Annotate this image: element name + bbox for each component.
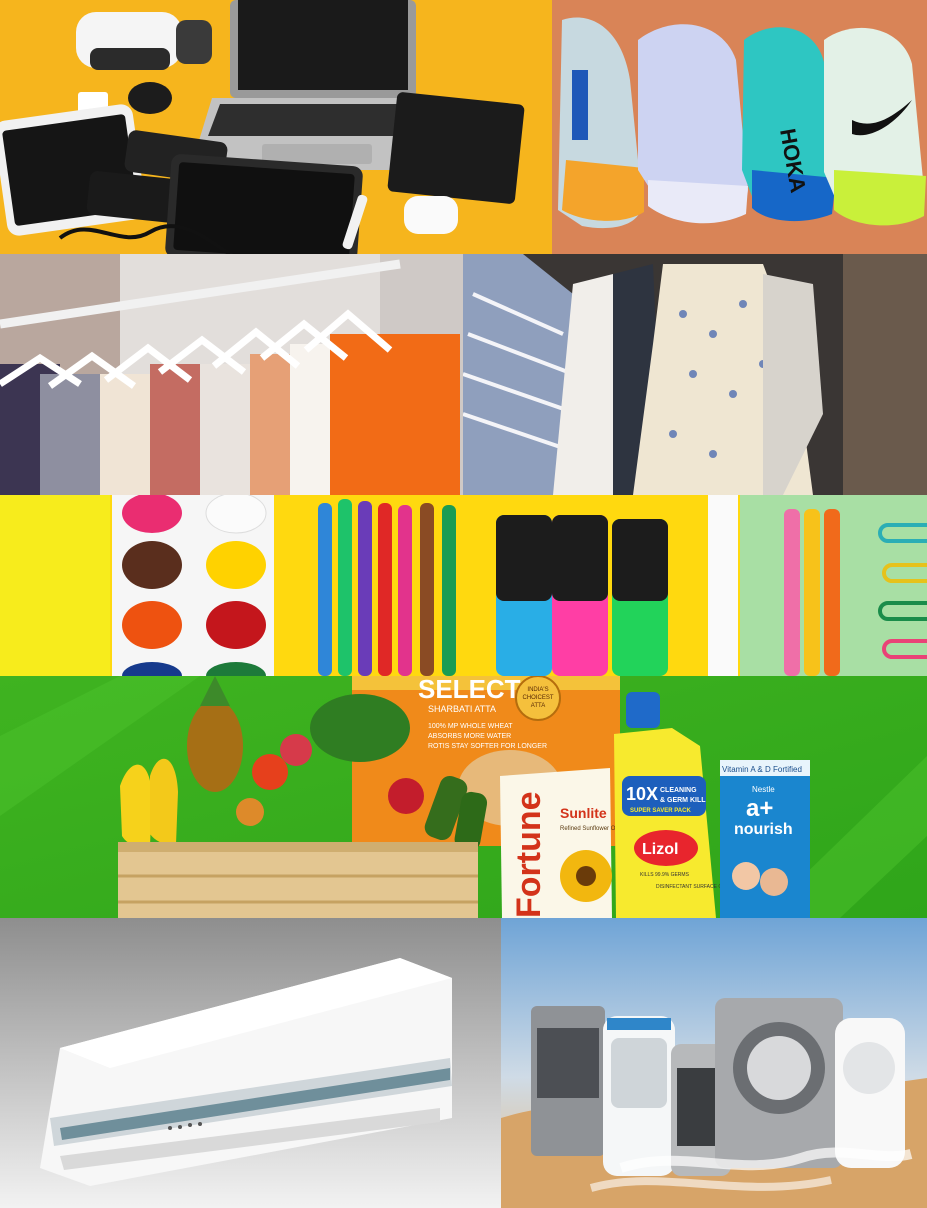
grocery-image: SELECT SHARBATI ATTA INDIA'S CHOICEST AT… (0, 676, 927, 918)
atta-point: 100% MP WHOLE WHEAT (428, 723, 513, 730)
clothes-rack-image (0, 254, 463, 495)
air-coolers-image (501, 918, 927, 1208)
stationery-tile[interactable] (0, 495, 927, 676)
dresses-image (463, 254, 927, 495)
milk-maker: Nestle (752, 785, 775, 794)
atta-point: ROTIS STAY SOFTER FOR LONGER (428, 743, 547, 750)
milk-brand: a+ (746, 795, 773, 822)
air-coolers-tile[interactable] (501, 918, 927, 1208)
electronics-tile[interactable] (0, 0, 552, 254)
milk-name: nourish (734, 821, 793, 838)
cleaner-line1: CLEANING (660, 787, 697, 794)
atta-badge-line: CHOICEST (522, 695, 553, 701)
atta-brand: SELECT (418, 676, 521, 704)
milk-fortified: Vitamin A & D Fortified (722, 765, 802, 774)
dresses-tile[interactable] (463, 254, 927, 495)
sneakers-tile[interactable]: HOKA (552, 0, 927, 254)
oil-brand: Fortune (510, 791, 548, 918)
clothes-rack-tile[interactable] (0, 254, 463, 495)
electronics-image (0, 0, 552, 254)
cleaner-kills: KILLS 99.9% GERMS (640, 872, 690, 878)
grocery-tile[interactable]: SELECT SHARBATI ATTA INDIA'S CHOICEST AT… (0, 676, 927, 918)
stationery-image (0, 495, 927, 676)
atta-badge-line: INDIA'S (527, 687, 548, 693)
atta-point: ABSORBS MORE WATER (428, 733, 511, 740)
oil-desc: Refined Sunflower Oil (560, 826, 618, 832)
atta-type: SHARBATI ATTA (428, 704, 496, 714)
cleaner-pack: SUPER SAVER PACK (630, 808, 691, 814)
air-conditioner-tile[interactable] (0, 918, 501, 1208)
atta-badge-line: ATTA (531, 703, 545, 709)
oil-variant: Sunlite (560, 805, 607, 821)
cleaner-line2: & GERM KILL (660, 797, 706, 804)
sneakers-image: HOKA (552, 0, 927, 254)
cleaner-tag: 10X (626, 784, 658, 804)
air-conditioner-image (0, 918, 501, 1208)
cleaner-brand: Lizol (642, 841, 678, 858)
